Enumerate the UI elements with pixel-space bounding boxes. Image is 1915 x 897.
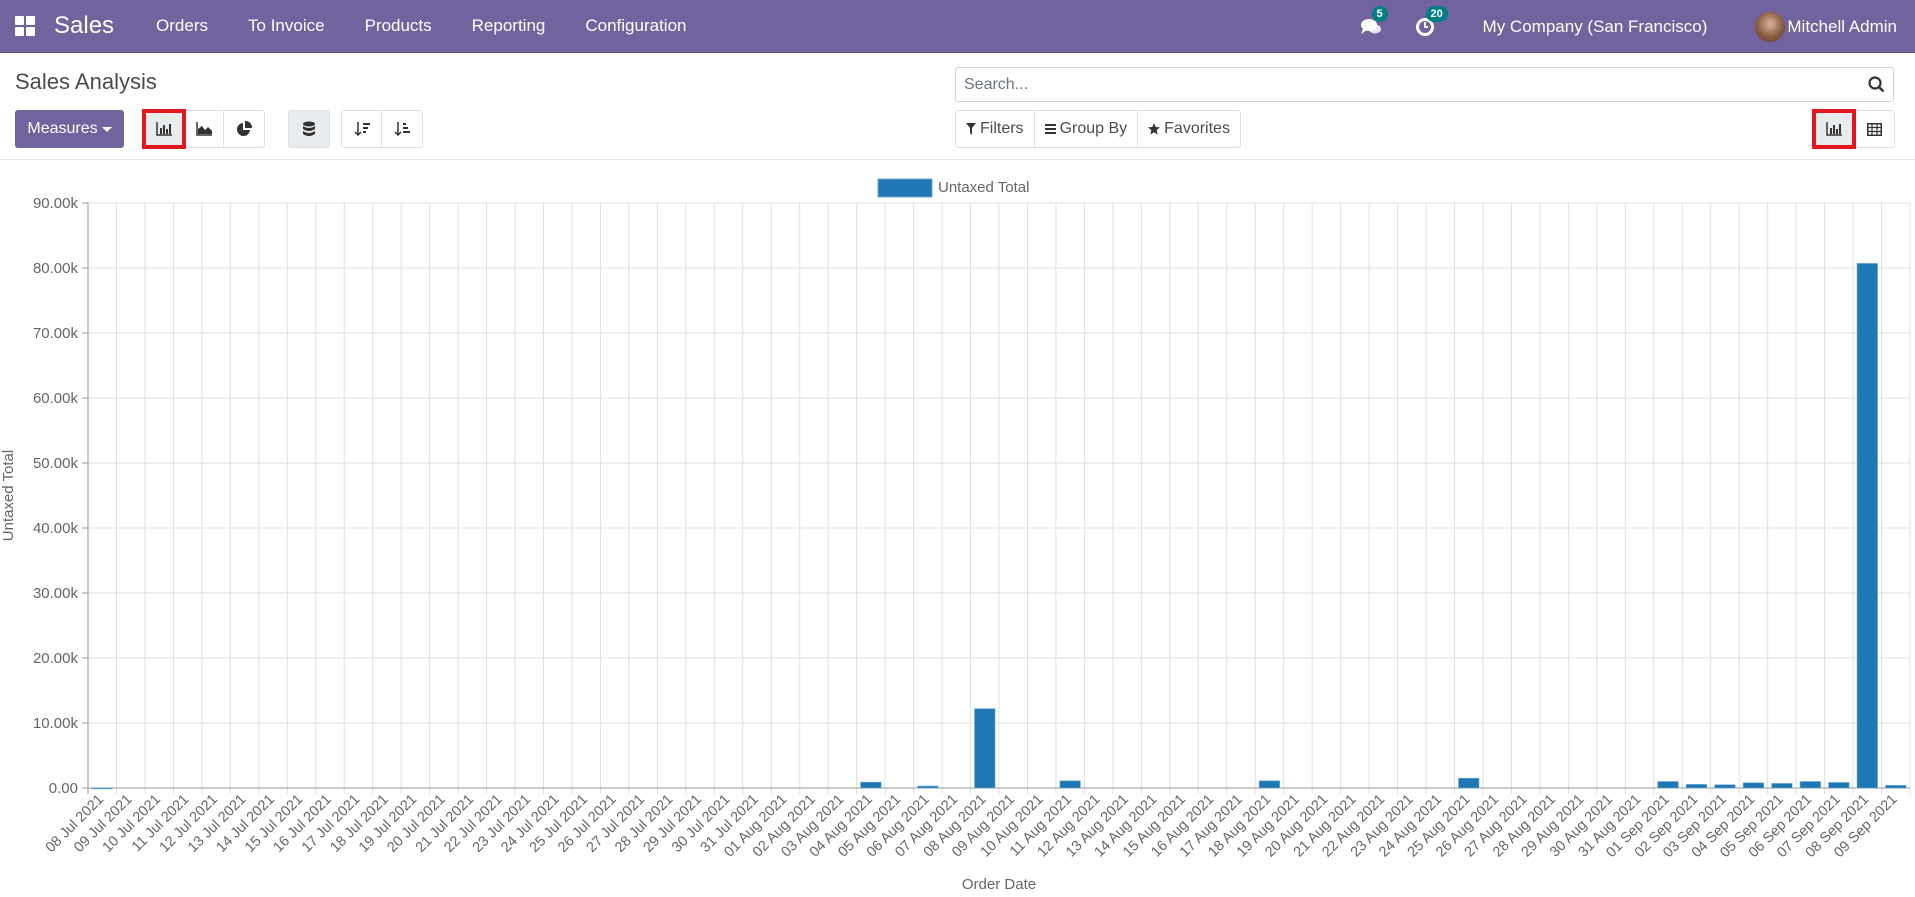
view-switcher — [1812, 109, 1895, 149]
stacked-group — [288, 110, 330, 148]
search-input[interactable]: Search... — [955, 67, 1894, 102]
filter-icon — [966, 123, 976, 135]
search-icon[interactable] — [1868, 76, 1885, 93]
favorites-label: Favorites — [1164, 120, 1230, 137]
page-title: Sales Analysis — [15, 69, 157, 94]
y-tick-label: 30.00k — [33, 585, 79, 602]
bar-chart: 0.00 10.00k 20.00k 30.00k 40.00k 50.00k 60.00k… — [0, 178, 1911, 893]
bar — [1828, 782, 1850, 789]
bar — [1714, 784, 1736, 789]
y-tick-label: 90.00k — [33, 195, 79, 212]
pie-chart-button[interactable] — [224, 111, 264, 147]
activities-badge: 20 — [1425, 5, 1448, 22]
user-avatar[interactable] — [1755, 11, 1786, 42]
y-tick-label: 40.00k — [33, 520, 79, 537]
graph-view-button[interactable] — [1812, 109, 1856, 149]
sort-ascending-icon — [394, 122, 410, 137]
search-options: Filters Group By Favorites — [955, 110, 1241, 148]
bar — [1856, 263, 1878, 789]
user-menu[interactable]: Mitchell Admin — [1787, 17, 1897, 37]
legend-label: Untaxed Total — [938, 179, 1029, 196]
app-brand[interactable]: Sales — [54, 12, 114, 40]
caret-down-icon — [101, 126, 112, 132]
sort-ascending-button[interactable] — [382, 111, 422, 147]
bar — [917, 785, 939, 789]
bar — [1771, 783, 1793, 789]
pie-chart-icon — [237, 121, 252, 136]
menu-reporting[interactable]: Reporting — [452, 16, 566, 36]
groupby-button[interactable]: Group By — [1035, 111, 1139, 147]
bar — [1885, 785, 1907, 789]
star-icon — [1148, 123, 1161, 135]
bar — [1657, 781, 1679, 789]
filters-button[interactable]: Filters — [956, 111, 1035, 147]
bar-chart-icon — [1826, 122, 1842, 136]
bar — [1458, 777, 1480, 789]
y-tick-label: 20.00k — [33, 650, 79, 667]
menu-products[interactable]: Products — [345, 16, 452, 36]
table-icon — [1866, 122, 1882, 136]
y-tick-label: 80.00k — [33, 260, 79, 277]
bar — [974, 708, 996, 789]
chart-mode-group — [142, 109, 265, 149]
bar — [1059, 780, 1081, 789]
messages-badge: 5 — [1371, 5, 1388, 22]
groupby-label: Group By — [1059, 120, 1128, 137]
x-axis-title: Order Date — [962, 876, 1036, 893]
bar — [1258, 780, 1281, 789]
menu-configuration[interactable]: Configuration — [565, 16, 706, 36]
bar-chart-icon — [155, 122, 172, 136]
messages-button[interactable]: 5 — [1359, 5, 1388, 39]
y-tick-label: 0.00 — [49, 780, 78, 797]
y-tick-label: 70.00k — [33, 325, 79, 342]
menu-to-invoice[interactable]: To Invoice — [228, 16, 345, 36]
company-switcher[interactable]: My Company (San Francisco) — [1483, 17, 1708, 37]
favorites-button[interactable]: Favorites — [1138, 111, 1240, 147]
bar — [860, 781, 882, 789]
sort-descending-icon — [353, 122, 370, 137]
bar — [91, 787, 113, 790]
bar — [1685, 784, 1708, 789]
top-navbar: Sales Orders To Invoice Products Reporti… — [0, 0, 1915, 53]
sort-descending-button[interactable] — [342, 111, 382, 147]
database-icon — [303, 121, 315, 136]
filters-label: Filters — [980, 120, 1024, 137]
measures-button[interactable]: Measures — [15, 110, 124, 148]
area-chart-icon — [195, 122, 212, 136]
y-tick-label: 50.00k — [33, 455, 79, 472]
bar — [1742, 782, 1764, 789]
line-chart-button[interactable] — [184, 111, 224, 147]
y-axis-title: Untaxed Total — [0, 450, 17, 541]
menu-orders[interactable]: Orders — [136, 16, 228, 36]
bar — [1799, 781, 1821, 789]
y-tick-label: 60.00k — [33, 390, 79, 407]
stacked-button[interactable] — [289, 111, 329, 147]
bar-chart-button[interactable] — [142, 109, 186, 149]
pivot-view-button[interactable] — [1854, 111, 1894, 147]
y-tick-label: 10.00k — [33, 715, 79, 732]
sort-group — [341, 110, 423, 148]
search-placeholder: Search... — [964, 75, 1029, 93]
measures-label: Measures — [27, 120, 98, 137]
activities-button[interactable]: 20 — [1413, 5, 1448, 39]
bars-icon — [1044, 124, 1056, 134]
apps-menu-icon[interactable] — [15, 16, 35, 36]
legend-swatch — [877, 178, 933, 198]
